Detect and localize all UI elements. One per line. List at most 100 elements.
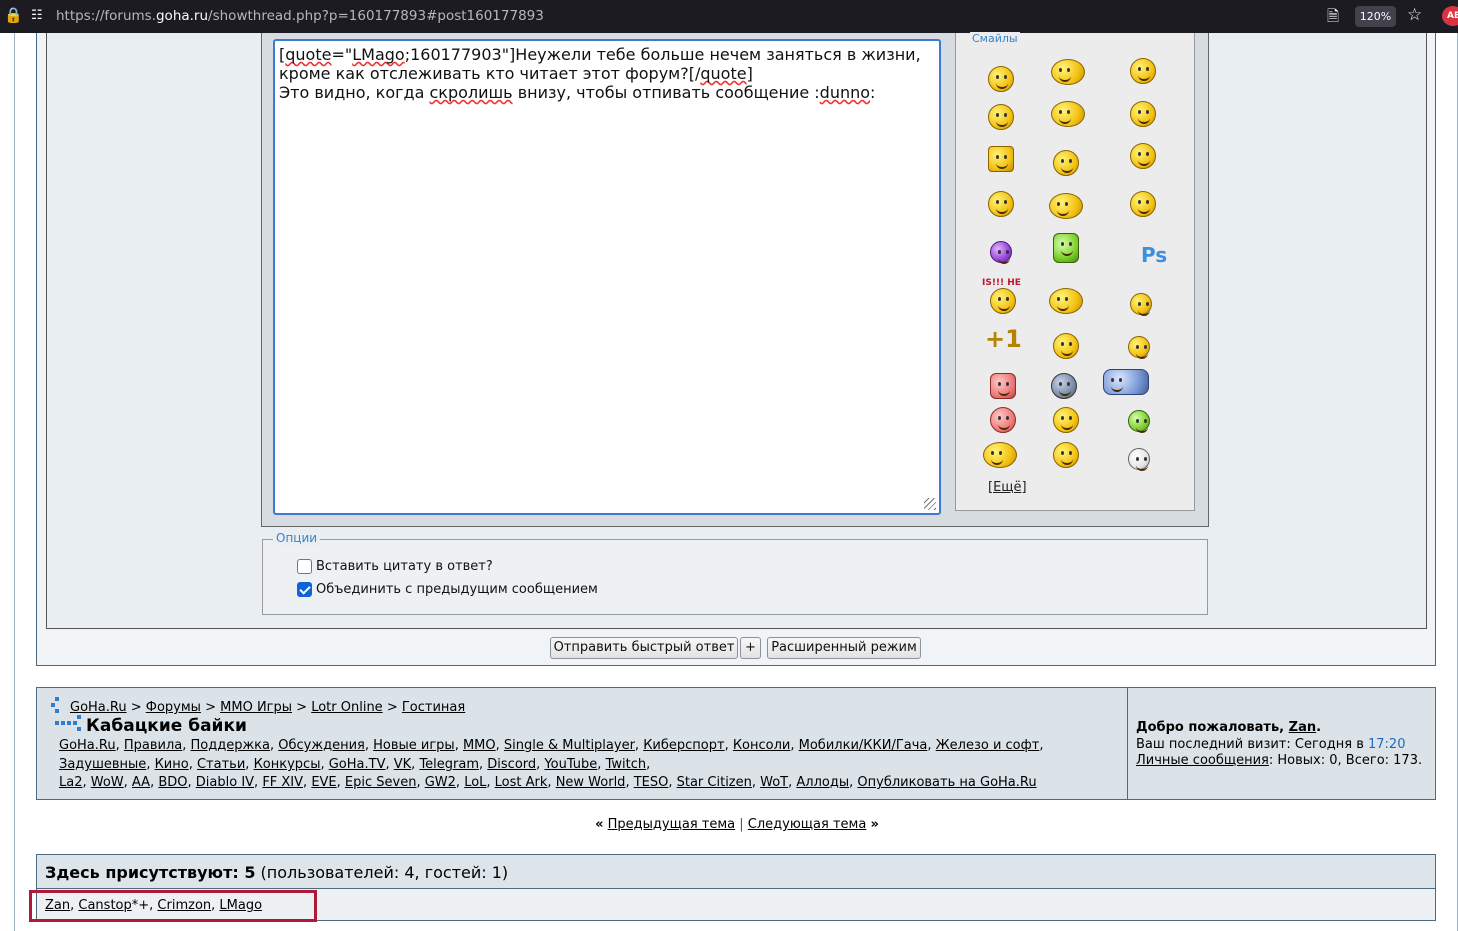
nav-link[interactable]: GoHa.TV: [329, 757, 386, 772]
smiley-wall-icon[interactable]: [990, 373, 1016, 399]
smiley-sign-icon[interactable]: [990, 288, 1016, 314]
smiley-point-icon[interactable]: [1049, 288, 1083, 314]
breadcrumb-lotr[interactable]: Lotr Online: [311, 700, 382, 715]
smiley-octopus-icon[interactable]: [1051, 373, 1077, 399]
smiley-blush-icon[interactable]: [990, 407, 1016, 433]
nav-link[interactable]: GW2: [425, 775, 456, 790]
nav-link[interactable]: La2: [59, 775, 82, 790]
nav-link[interactable]: BDO: [158, 775, 187, 790]
nav-link[interactable]: Кино: [155, 757, 189, 772]
smiley-rofl-icon[interactable]: [1051, 101, 1085, 127]
nav-link[interactable]: New World: [556, 775, 626, 790]
breadcrumb-goha[interactable]: GoHa.Ru: [70, 700, 127, 715]
nav-links-row-1: GoHa.Ru, Правила, Поддержка, Обсуждения,…: [59, 738, 1044, 753]
address-bar[interactable]: https://forums.goha.ru/showthread.php?p=…: [56, 8, 544, 24]
nav-link[interactable]: Новые игры: [373, 738, 455, 753]
smiley-smile-icon[interactable]: [988, 191, 1014, 217]
nav-link[interactable]: Lost Ark: [495, 775, 548, 790]
nav-link[interactable]: Single & Multiplayer: [504, 738, 635, 753]
nav-link[interactable]: LoL: [464, 775, 486, 790]
nav-link[interactable]: Консоли: [733, 738, 791, 753]
nav-link[interactable]: Telegram: [419, 757, 479, 772]
nav-link[interactable]: Опубликовать на GoHa.Ru: [857, 775, 1036, 790]
bookmark-star-icon[interactable]: ☆: [1407, 5, 1422, 25]
nav-link[interactable]: TESO: [634, 775, 669, 790]
nav-link[interactable]: Diablo IV: [196, 775, 254, 790]
smiley-eyeroll-icon[interactable]: [1130, 58, 1156, 84]
merge-checkbox[interactable]: [297, 582, 312, 597]
welcome-user-link[interactable]: Zan: [1289, 720, 1316, 735]
nav-link[interactable]: Twitch: [606, 757, 647, 772]
next-thread-link[interactable]: Следующая тема: [748, 817, 867, 832]
nav-link[interactable]: GoHa.Ru: [59, 738, 116, 753]
smiley-cool-icon[interactable]: [1128, 410, 1150, 433]
nav-link[interactable]: Правила: [124, 738, 182, 753]
page-settings-icon[interactable]: ☷: [31, 8, 43, 23]
breadcrumb-mmo[interactable]: MMO Игры: [220, 700, 292, 715]
breadcrumb-lounge[interactable]: Гостиная: [402, 700, 465, 715]
smiley-grin-icon[interactable]: [988, 104, 1014, 130]
nav-link[interactable]: Железо и софт: [936, 738, 1040, 753]
smiley-thumbsup-icon[interactable]: [1053, 150, 1079, 176]
smiley-dance-icon[interactable]: [1049, 193, 1083, 219]
nav-link[interactable]: Мобилки/ККИ/Гача: [799, 738, 928, 753]
smiley-devil-icon[interactable]: [990, 241, 1012, 264]
plus-button[interactable]: +: [740, 637, 761, 659]
smiley-deer-icon[interactable]: [1130, 143, 1156, 169]
nav-link[interactable]: Epic Seven: [345, 775, 417, 790]
nav-link[interactable]: Star Citizen: [677, 775, 752, 790]
thread-navigation: « Предыдущая тема | Следующая тема »: [595, 817, 879, 832]
site-permissions-icon[interactable]: 🔒: [4, 6, 23, 24]
breadcrumb-forums[interactable]: Форумы: [146, 700, 201, 715]
pm-line: Личные сообщения: Новых: 0, Всего: 173.: [1136, 753, 1423, 768]
previous-thread-link[interactable]: Предыдущая тема: [608, 817, 735, 832]
plus-one-icon[interactable]: +1: [985, 325, 1022, 353]
nav-link[interactable]: Обсуждения: [278, 738, 365, 753]
highlight-rectangle: [29, 890, 317, 922]
smiley-rock-icon[interactable]: [1130, 191, 1156, 217]
smiley-accordion-icon[interactable]: [1103, 369, 1149, 395]
smiley-shock-icon[interactable]: [1053, 407, 1079, 433]
nav-link[interactable]: WoT: [760, 775, 788, 790]
quote-checkbox[interactable]: [297, 559, 312, 574]
nav-link[interactable]: MMO: [463, 738, 496, 753]
resize-grip-icon[interactable]: [924, 498, 936, 510]
advanced-mode-button[interactable]: Расширенный режим: [767, 637, 921, 659]
last-visit-line: Ваш последний визит: Сегодня в 17:20: [1136, 737, 1406, 752]
smiley-santa-icon[interactable]: [1128, 448, 1150, 471]
message-textarea[interactable]: [quote="LMago;160177903"]Неужели тебе бо…: [273, 39, 941, 515]
nav-link[interactable]: YouTube: [544, 757, 597, 772]
smiley-think-icon[interactable]: [1130, 293, 1152, 316]
photoshop-icon[interactable]: Ps: [1141, 243, 1167, 267]
nav-link[interactable]: Конкурсы: [254, 757, 321, 772]
smiley-shy-icon[interactable]: [1053, 333, 1079, 359]
zoom-level-badge[interactable]: 120%: [1355, 6, 1396, 27]
smiley-laugh-icon[interactable]: [1051, 59, 1085, 85]
smiley-hat-icon[interactable]: [1053, 233, 1079, 263]
smiley-beer-icon[interactable]: [988, 146, 1014, 172]
nav-link[interactable]: WoW: [91, 775, 124, 790]
reader-view-icon[interactable]: 🗎: [1327, 6, 1339, 31]
nav-link[interactable]: AA: [132, 775, 150, 790]
private-messages-link[interactable]: Личные сообщения: [1136, 753, 1269, 768]
more-smilies-link[interactable]: [Ещё]: [988, 480, 1027, 495]
nav-link[interactable]: Задушевные: [59, 757, 146, 772]
nav-link[interactable]: VK: [394, 757, 411, 772]
smiley-sad-icon[interactable]: [988, 66, 1014, 92]
send-quick-reply-button[interactable]: Отправить быстрый ответ: [550, 637, 738, 659]
extension-icon[interactable]: AB: [1442, 6, 1458, 26]
smiley-clap-icon[interactable]: [983, 442, 1017, 468]
nav-link[interactable]: Аллоды: [796, 775, 849, 790]
nav-link[interactable]: FF XIV: [262, 775, 303, 790]
nav-link[interactable]: EVE: [311, 775, 336, 790]
smiley-tongue-icon[interactable]: [1128, 336, 1150, 359]
nav-link[interactable]: Поддержка: [191, 738, 271, 753]
nav-link[interactable]: Киберспорт: [643, 738, 724, 753]
nav-link[interactable]: Discord: [487, 757, 536, 772]
welcome-line: Добро пожаловать, Zan.: [1136, 720, 1322, 735]
page-content: [quote="LMago;160177903"]Неужели тебе бо…: [14, 32, 1458, 931]
nav-link[interactable]: Статьи: [197, 757, 245, 772]
smiley-facepalm-icon[interactable]: [1130, 101, 1156, 127]
options-fieldset: [262, 539, 1208, 615]
smiley-confused-icon[interactable]: [1053, 442, 1079, 468]
